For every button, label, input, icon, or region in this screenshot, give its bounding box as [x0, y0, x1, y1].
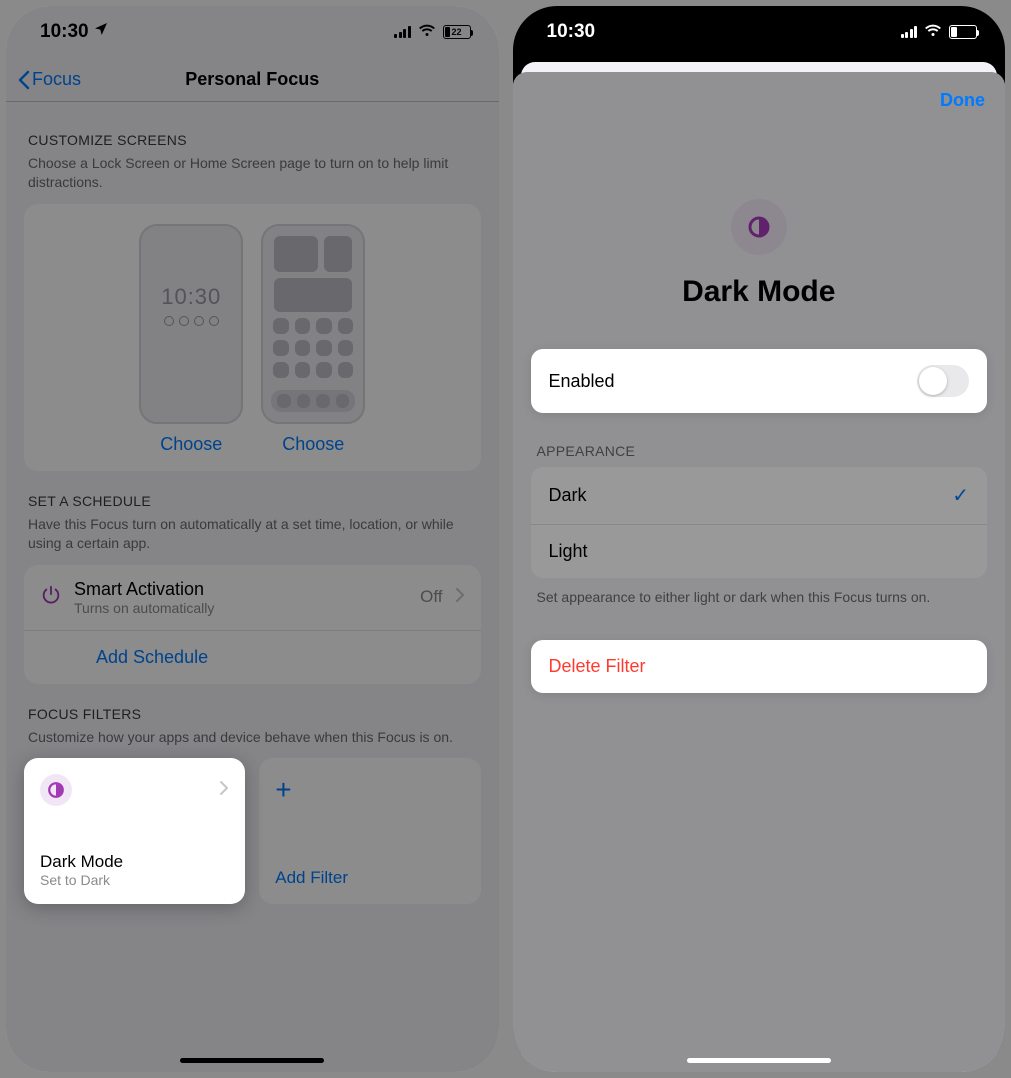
smart-activation-main: Smart Activation Turns on automatically	[74, 579, 408, 616]
enabled-list: Enabled	[531, 349, 988, 413]
status-right: 22	[394, 23, 471, 42]
enabled-row[interactable]: Enabled	[531, 349, 988, 413]
lock-thumb-dots	[164, 316, 219, 326]
wifi-icon	[924, 23, 942, 42]
status-time-group: 10:30	[40, 21, 109, 43]
screens-card: 10:30 Choose Choose	[24, 204, 481, 471]
smart-activation-title: Smart Activation	[74, 579, 408, 600]
status-bar: 10:30 22	[6, 6, 499, 58]
dark-mode-filter-title: Dark Mode	[40, 852, 229, 872]
choose-lock-button[interactable]: Choose	[160, 434, 222, 455]
cellular-icon	[394, 26, 411, 38]
delete-filter-button[interactable]: Delete Filter	[531, 640, 988, 693]
battery-icon: 22	[443, 25, 471, 39]
nav-bar: Focus Personal Focus	[6, 58, 499, 102]
smart-activation-row[interactable]: Smart Activation Turns on automatically …	[24, 565, 481, 631]
status-time-group: 10:30	[547, 21, 596, 43]
cellular-icon	[901, 26, 918, 38]
appearance-header: Appearance	[513, 413, 1006, 467]
lock-screen-option[interactable]: 10:30 Choose	[139, 224, 243, 455]
appearance-footer: Set appearance to either light or dark w…	[513, 578, 1006, 618]
filters-desc: Customize how your apps and device behav…	[6, 726, 499, 759]
content: Customize Screens Choose a Lock Screen o…	[6, 102, 499, 954]
home-screen-option[interactable]: Choose	[261, 224, 365, 455]
dark-mode-icon	[40, 774, 72, 806]
filters-grid: Dark Mode Set to Dark + Add Filter	[24, 758, 481, 904]
lock-thumb-time: 10:30	[161, 284, 221, 310]
schedule-header: Set a Schedule	[6, 471, 499, 513]
dark-mode-icon	[731, 199, 787, 255]
battery-pct: 22	[950, 26, 976, 38]
chevron-right-icon	[455, 587, 465, 608]
enabled-label: Enabled	[549, 371, 615, 392]
filter-hero: Dark Mode	[513, 111, 1006, 349]
customize-desc: Choose a Lock Screen or Home Screen page…	[6, 152, 499, 204]
status-bar: 10:30 22	[513, 6, 1006, 58]
customize-header: Customize Screens	[6, 110, 499, 152]
status-time: 10:30	[547, 21, 596, 43]
add-filter-card[interactable]: + Add Filter	[259, 758, 480, 904]
appearance-list: Dark ✓ Light	[531, 467, 988, 578]
location-icon	[93, 21, 109, 43]
battery-icon: 22	[949, 25, 977, 39]
home-screen-thumb	[261, 224, 365, 424]
status-right: 22	[901, 23, 978, 42]
page-title: Personal Focus	[6, 69, 499, 90]
plus-icon: +	[275, 774, 291, 806]
power-icon	[40, 584, 62, 611]
dark-mode-filter-sub: Set to Dark	[40, 872, 229, 888]
checkmark-icon: ✓	[952, 483, 969, 508]
add-schedule-button[interactable]: Add Schedule	[24, 631, 481, 684]
add-filter-label: Add Filter	[275, 868, 464, 888]
appearance-light-row[interactable]: Light	[531, 525, 988, 578]
smart-activation-value: Off	[420, 587, 442, 607]
battery-pct: 22	[444, 26, 470, 38]
done-button[interactable]: Done	[940, 90, 985, 111]
filters-header: Focus Filters	[6, 684, 499, 726]
home-indicator[interactable]	[687, 1058, 831, 1063]
dark-mode-filter-card[interactable]: Dark Mode Set to Dark	[24, 758, 245, 904]
wifi-icon	[418, 23, 436, 42]
appearance-dark-row[interactable]: Dark ✓	[531, 467, 988, 525]
phone-right: 10:30 22 Done Dark Mode Enabled Appearan…	[513, 6, 1006, 1072]
filter-sheet: Done Dark Mode Enabled Appearance Dark ✓…	[513, 72, 1006, 1072]
status-time: 10:30	[40, 21, 89, 43]
appearance-dark-label: Dark	[549, 485, 587, 506]
choose-home-button[interactable]: Choose	[282, 434, 344, 455]
filter-title: Dark Mode	[682, 275, 835, 309]
smart-activation-sub: Turns on automatically	[74, 600, 408, 616]
home-indicator[interactable]	[180, 1058, 324, 1063]
sheet-header: Done	[513, 82, 1006, 111]
phone-left: 10:30 22 Focus Personal Focus Customize …	[6, 6, 499, 1072]
delete-list: Delete Filter	[531, 640, 988, 693]
appearance-light-label: Light	[549, 541, 588, 562]
chevron-right-icon	[219, 780, 229, 801]
delete-filter-label: Delete Filter	[549, 656, 646, 677]
schedule-list: Smart Activation Turns on automatically …	[24, 565, 481, 684]
schedule-desc: Have this Focus turn on automatically at…	[6, 513, 499, 565]
enabled-toggle[interactable]	[917, 365, 969, 397]
lock-screen-thumb: 10:30	[139, 224, 243, 424]
